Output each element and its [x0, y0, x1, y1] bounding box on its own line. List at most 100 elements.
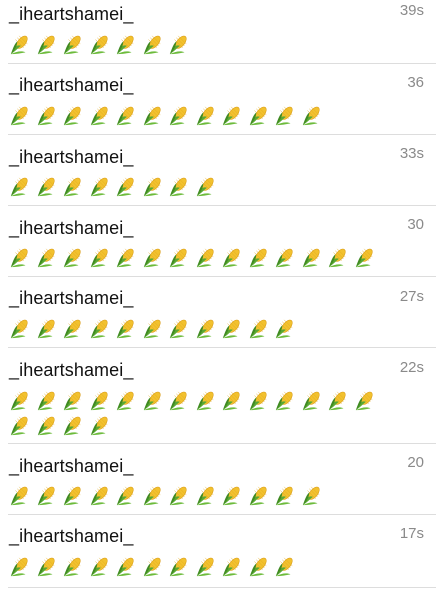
- corn-icon: [90, 35, 108, 55]
- corn-icon: [249, 319, 267, 339]
- corn-icon: [222, 486, 240, 506]
- corn-icon: [37, 319, 55, 339]
- corn-icon: [90, 486, 108, 506]
- comment-timestamp: 36: [407, 74, 424, 91]
- corn-icon: [222, 319, 240, 339]
- corn-icon: [169, 557, 187, 577]
- comment-username[interactable]: _iheartshamei_: [9, 218, 133, 239]
- corn-icon: [90, 177, 108, 197]
- corn-icon: [222, 557, 240, 577]
- corn-icon: [196, 391, 214, 411]
- corn-icon: [10, 248, 28, 268]
- comment-username[interactable]: _iheartshamei_: [9, 75, 133, 96]
- corn-icon: [143, 557, 161, 577]
- corn-icon: [249, 106, 267, 126]
- corn-icon: [275, 106, 293, 126]
- corn-icon: [196, 106, 214, 126]
- corn-icon: [355, 248, 373, 268]
- corn-icon: [302, 486, 320, 506]
- comment-username[interactable]: _iheartshamei_: [9, 147, 133, 168]
- corn-icon: [169, 35, 187, 55]
- comment-item: _iheartshamei_ 27s: [0, 277, 436, 348]
- corn-icon: [275, 486, 293, 506]
- comment-timestamp: 33s: [399, 145, 424, 162]
- corn-icon: [37, 391, 55, 411]
- corn-icon: [169, 248, 187, 268]
- corn-icon: [275, 557, 293, 577]
- corn-icon: [143, 106, 161, 126]
- corn-icon: [169, 319, 187, 339]
- corn-icon: [37, 557, 55, 577]
- comment-item: _iheartshamei_ 20: [0, 444, 436, 515]
- corn-icon: [63, 391, 81, 411]
- corn-icon: [10, 177, 28, 197]
- corn-icon: [116, 177, 134, 197]
- corn-icon: [302, 106, 320, 126]
- comment-item: _iheartshamei_ 39s: [0, 0, 436, 64]
- corn-icon: [328, 391, 346, 411]
- comment-username[interactable]: _iheartshamei_: [9, 4, 133, 25]
- corn-icon: [355, 391, 373, 411]
- corn-icon: [116, 35, 134, 55]
- corn-icon: [196, 557, 214, 577]
- corn-icon: [143, 319, 161, 339]
- comment-username[interactable]: _iheartshamei_: [9, 288, 133, 309]
- corn-icon: [63, 416, 81, 436]
- corn-icon: [222, 391, 240, 411]
- corn-icon: [10, 416, 28, 436]
- comment-username[interactable]: _iheartshamei_: [9, 456, 133, 477]
- corn-icon: [249, 486, 267, 506]
- corn-icon: [196, 319, 214, 339]
- corn-icon: [249, 248, 267, 268]
- corn-icon: [10, 106, 28, 126]
- corn-icon: [116, 106, 134, 126]
- corn-icon: [275, 248, 293, 268]
- comment-timestamp: 17s: [399, 525, 424, 542]
- comment-timestamp: 30: [407, 216, 424, 233]
- corn-icon: [116, 391, 134, 411]
- comment-username[interactable]: _iheartshamei_: [9, 360, 133, 381]
- corn-icon: [275, 391, 293, 411]
- corn-icon: [143, 391, 161, 411]
- corn-icon: [37, 35, 55, 55]
- corn-icon: [196, 486, 214, 506]
- divider: [8, 587, 436, 588]
- corn-icon: [169, 177, 187, 197]
- corn-icon: [328, 248, 346, 268]
- corn-icon: [249, 557, 267, 577]
- corn-icon: [169, 391, 187, 411]
- corn-icon: [222, 248, 240, 268]
- corn-icon: [90, 319, 108, 339]
- corn-icon: [10, 486, 28, 506]
- corn-icon: [63, 319, 81, 339]
- corn-emoji-row: [9, 556, 389, 604]
- corn-icon: [196, 177, 214, 197]
- corn-icon: [90, 391, 108, 411]
- corn-icon: [10, 391, 28, 411]
- corn-icon: [90, 106, 108, 126]
- corn-icon: [222, 106, 240, 126]
- comment-timestamp: 39s: [399, 2, 424, 19]
- corn-icon: [37, 106, 55, 126]
- corn-icon: [143, 486, 161, 506]
- corn-icon: [169, 486, 187, 506]
- comment-timestamp: 27s: [399, 288, 424, 305]
- corn-icon: [196, 248, 214, 268]
- corn-icon: [37, 248, 55, 268]
- corn-icon: [302, 391, 320, 411]
- corn-emoji-row: [9, 390, 389, 438]
- corn-icon: [10, 35, 28, 55]
- corn-icon: [143, 35, 161, 55]
- corn-icon: [10, 319, 28, 339]
- comment-item: _iheartshamei_ 22s: [0, 348, 436, 444]
- corn-icon: [37, 486, 55, 506]
- corn-icon: [63, 106, 81, 126]
- comment-list: _iheartshamei_ 39s _iheartshamei_ 36 _ih…: [0, 0, 436, 590]
- corn-icon: [90, 557, 108, 577]
- comment-timestamp: 20: [407, 454, 424, 471]
- comment-item: _iheartshamei_ 33s: [0, 135, 436, 206]
- corn-icon: [63, 557, 81, 577]
- comment-username[interactable]: _iheartshamei_: [9, 526, 133, 547]
- corn-icon: [116, 557, 134, 577]
- comment-item: _iheartshamei_ 36: [0, 64, 436, 135]
